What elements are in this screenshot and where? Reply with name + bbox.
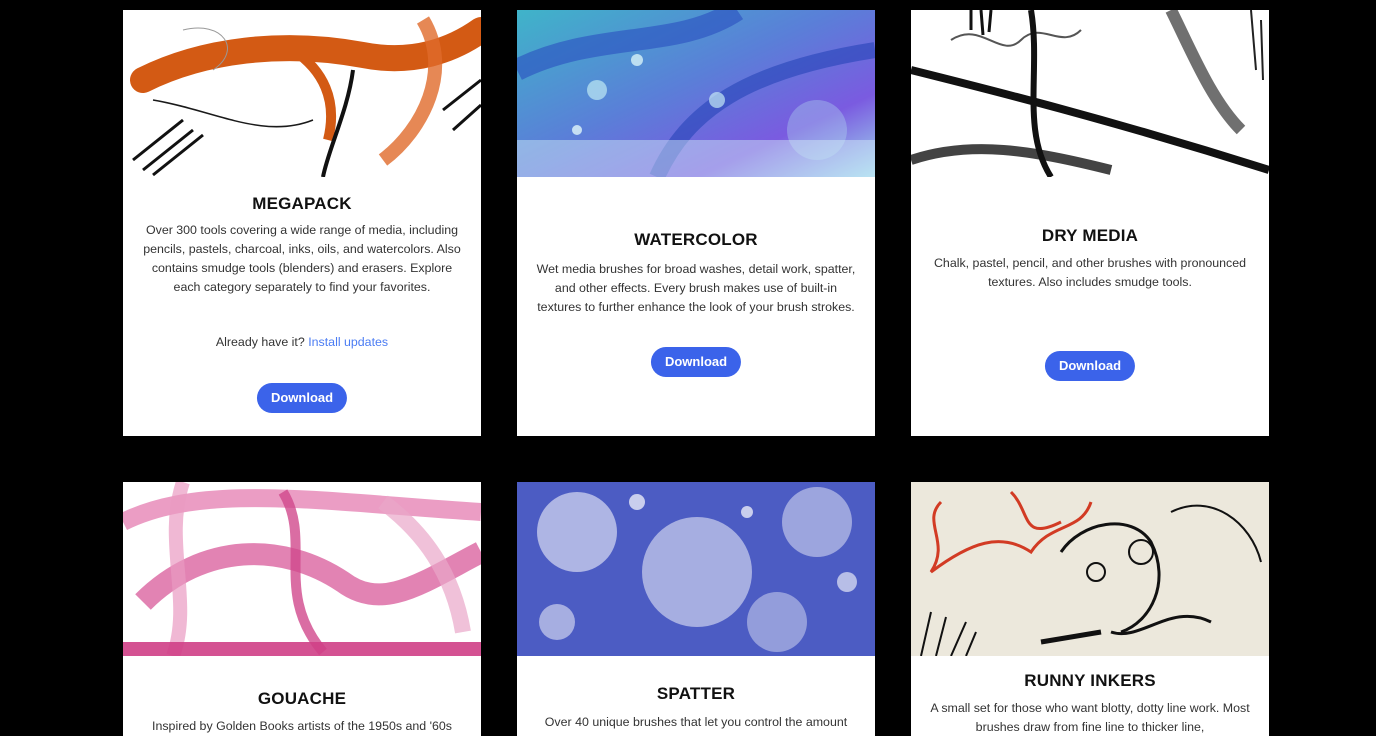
card-body: RUNNY INKERS A small set for those who w… — [911, 656, 1269, 736]
card-title: DRY MEDIA — [1041, 226, 1139, 245]
card-title: SPATTER — [656, 684, 736, 703]
card-dry-media: DRY MEDIA Chalk, pastel, pencil, and oth… — [911, 10, 1269, 436]
card-description: A small set for those who want blotty, d… — [930, 701, 1250, 734]
download-button[interactable]: Download — [256, 383, 348, 413]
card-description: Wet media brushes for broad washes, deta… — [536, 262, 856, 314]
download-button[interactable]: Download — [1044, 351, 1136, 381]
runny-inkers-script-image — [911, 482, 1269, 656]
card-body: GOUACHE Inspired by Golden Books artists… — [123, 656, 481, 736]
card-description: Over 40 unique brushes that let you cont… — [544, 715, 848, 729]
megapack-brush-strokes-image — [123, 10, 481, 177]
card-title: MEGAPACK — [252, 194, 352, 213]
card-body: WATERCOLOR Wet media brushes for broad w… — [517, 177, 875, 436]
card-body: DRY MEDIA Chalk, pastel, pencil, and oth… — [911, 177, 1269, 436]
watercolor-wash-image — [517, 10, 875, 177]
card-body: SPATTER Over 40 unique brushes that let … — [517, 656, 875, 736]
already-have-it-text: Already have it? Install updates — [123, 335, 481, 349]
card-title: RUNNY INKERS — [1024, 671, 1156, 690]
dry-media-strokes-image — [911, 10, 1269, 177]
already-label: Already have it? — [215, 335, 305, 349]
card-runny-inkers: RUNNY INKERS A small set for those who w… — [911, 482, 1269, 736]
card-megapack: MEGAPACK Over 300 tools covering a wide … — [123, 10, 481, 436]
gouache-pink-strokes-image — [123, 482, 481, 656]
install-updates-link[interactable]: Install updates — [308, 335, 388, 349]
card-description: Over 300 tools covering a wide range of … — [143, 223, 461, 294]
card-title: GOUACHE — [257, 689, 347, 708]
card-title: WATERCOLOR — [634, 230, 758, 249]
card-gouache: GOUACHE Inspired by Golden Books artists… — [123, 482, 481, 736]
card-description: Chalk, pastel, pencil, and other brushes… — [933, 256, 1247, 289]
download-button[interactable]: Download — [650, 347, 742, 377]
card-body: MEGAPACK Over 300 tools covering a wide … — [123, 177, 481, 436]
card-spatter: SPATTER Over 40 unique brushes that let … — [517, 482, 875, 736]
spatter-blue-splatter-image — [517, 482, 875, 656]
card-description: Inspired by Golden Books artists of the … — [152, 719, 452, 733]
card-watercolor: WATERCOLOR Wet media brushes for broad w… — [517, 10, 875, 436]
